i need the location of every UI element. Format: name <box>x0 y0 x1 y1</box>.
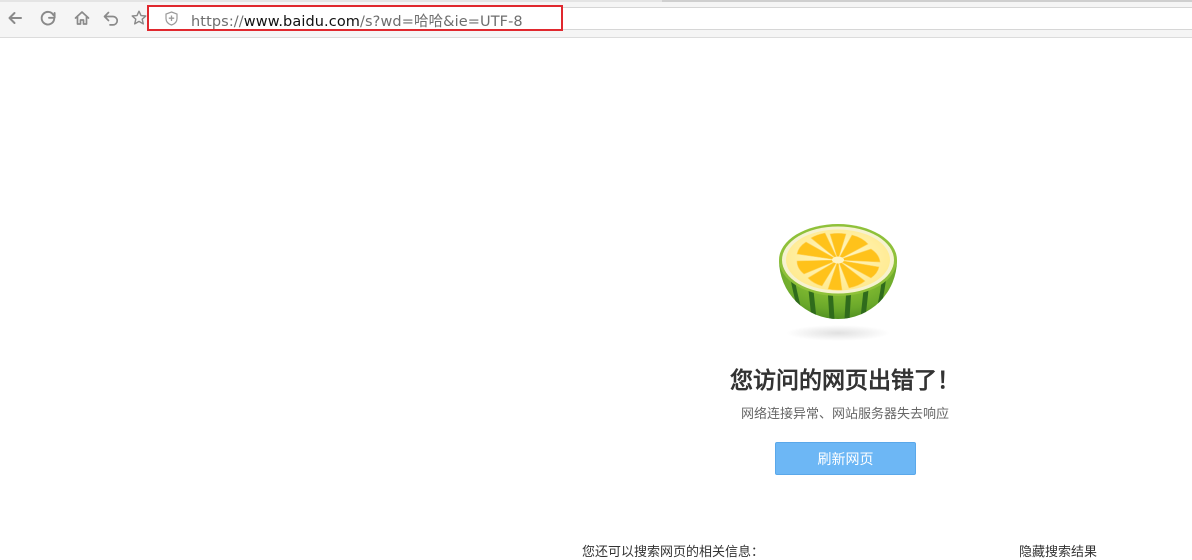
url-prefix: https:// <box>191 14 244 30</box>
error-subtitle: 网络连接异常、网站服务器失去响应 <box>740 407 949 422</box>
refresh-page-button[interactable]: 刷新网页 <box>775 442 916 475</box>
search-hint-text: 您还可以搜索网页的相关信息： <box>582 545 765 560</box>
back-icon <box>8 12 22 24</box>
home-button[interactable] <box>71 7 93 29</box>
browser-toolbar: https://www.baidu.com/s?wd=哈哈&ie=UTF-8 <box>0 0 1192 38</box>
tab-strip-edge <box>662 0 1192 2</box>
back-button[interactable] <box>4 7 26 29</box>
reload-button[interactable] <box>37 7 59 29</box>
url-path: /s?wd=哈哈&ie=UTF-8 <box>360 14 523 30</box>
hide-results-link[interactable]: 隐藏搜索结果 <box>1019 541 1097 560</box>
error-title: 您访问的网页出错了！ <box>730 368 960 394</box>
address-bar[interactable]: https://www.baidu.com/s?wd=哈哈&ie=UTF-8 <box>147 5 563 31</box>
favorite-star-icon <box>131 10 147 25</box>
refresh-icon <box>40 10 56 26</box>
lemon-watermelon-illustration <box>779 224 897 341</box>
address-bar-extension[interactable] <box>563 7 1192 30</box>
url-domain: www.baidu.com <box>243 14 361 30</box>
security-shield-icon <box>165 11 178 26</box>
url-text[interactable]: https://www.baidu.com/s?wd=哈哈&ie=UTF-8 <box>191 10 523 31</box>
home-icon <box>74 11 90 25</box>
undo-icon <box>103 11 119 26</box>
undo-closed-tab-button[interactable] <box>100 7 122 29</box>
